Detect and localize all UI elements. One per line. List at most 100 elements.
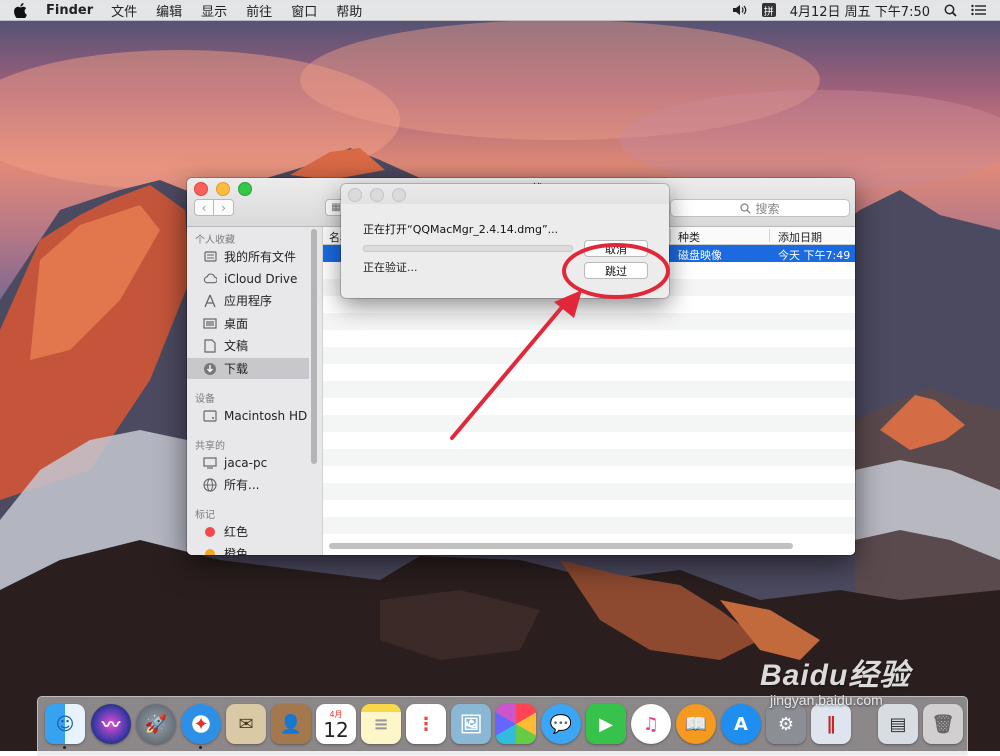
sidebar-item-downloads[interactable]: 下载 [187, 358, 309, 379]
sidebar-item-jaca-pc[interactable]: jaca-pc [187, 452, 309, 473]
sidebar-item-label: iCloud Drive [224, 271, 298, 286]
cancel-button[interactable]: 取消 [584, 240, 648, 257]
sidebar-item-documents[interactable]: 文稿 [187, 335, 309, 356]
menu-view[interactable]: 显示 [201, 1, 227, 20]
menu-go[interactable]: 前往 [246, 1, 272, 20]
sidebar-item-label: 红色 [224, 525, 249, 539]
dialog-message: 正在打开“QQMacMgr_2.4.14.dmg”... [363, 223, 559, 236]
dialog-close-button[interactable] [348, 188, 362, 202]
table-row [323, 330, 855, 347]
mail-icon[interactable]: ✉ [226, 704, 266, 744]
trash-icon[interactable]: 🗑 [923, 704, 963, 744]
sidebar-item-label: jaca-pc [224, 455, 268, 470]
finder-sidebar: 个人收藏 我的所有文件 iCloud Drive 应用程序 桌面 文稿 下载 设… [187, 227, 322, 555]
applications-icon [203, 294, 217, 308]
window-controls [194, 182, 260, 196]
sidebar-item-label: 下载 [224, 362, 249, 376]
system-preferences-icon[interactable]: ⚙ [766, 704, 806, 744]
volume-icon[interactable] [732, 4, 748, 16]
sidebar-heading-favorites: 个人收藏 [195, 235, 235, 246]
tag-dot-red-icon [203, 525, 217, 539]
apple-menu-icon[interactable] [14, 2, 30, 18]
sidebar-item-label: Macintosh HD [224, 408, 308, 423]
sidebar-item-tag-orange[interactable]: 橙色 [187, 543, 309, 555]
column-divider [769, 229, 770, 242]
launchpad-icon[interactable]: 🚀 [136, 704, 176, 744]
messages-icon[interactable]: 💬 [541, 704, 581, 744]
sidebar-item-all-my-files[interactable]: 我的所有文件 [187, 246, 309, 267]
sidebar-item-applications[interactable]: 应用程序 [187, 290, 309, 311]
forward-button[interactable]: › [214, 199, 234, 216]
downloads-stack-icon[interactable]: ▤ [878, 704, 918, 744]
desktop-icon [203, 317, 217, 331]
sidebar-item-icloud-drive[interactable]: iCloud Drive [187, 268, 309, 289]
menu-app-finder[interactable]: Finder [46, 3, 93, 18]
contacts-icon[interactable]: 👤 [271, 704, 311, 744]
parallels-icon[interactable]: ∥ [811, 704, 851, 744]
watermark-site: jingyan.baidu.com [770, 692, 883, 708]
table-row [323, 296, 855, 313]
sidebar-item-tag-red[interactable]: 红色 [187, 521, 309, 542]
watermark-brand: Baidu经验 [760, 659, 911, 692]
sidebar-item-label: 所有... [224, 478, 260, 492]
search-field[interactable]: 搜索 [670, 199, 850, 217]
row-date-added: 今天 下午7:49 [778, 249, 851, 262]
table-row [323, 415, 855, 432]
app-store-icon[interactable]: A [721, 704, 761, 744]
table-row [323, 517, 855, 534]
finder-icon[interactable]: ☺ [45, 704, 85, 744]
calendar-icon[interactable]: 4月 12 [316, 704, 356, 744]
table-row [323, 432, 855, 449]
siri-icon[interactable]: 〰 [91, 704, 131, 744]
notification-center-icon[interactable] [971, 4, 986, 16]
sidebar-item-macintosh-hd[interactable]: Macintosh HD [187, 405, 309, 426]
dialog-minimize-button[interactable] [370, 188, 384, 202]
tag-dot-orange-icon [203, 547, 217, 555]
sidebar-item-all-shared[interactable]: 所有... [187, 474, 309, 495]
sidebar-item-label: 应用程序 [224, 294, 273, 308]
opening-progress-dialog: 正在打开“QQMacMgr_2.4.14.dmg”... 取消 正在验证... … [341, 184, 669, 298]
menu-help[interactable]: 帮助 [336, 1, 362, 20]
network-globe-icon [203, 477, 217, 492]
skip-button[interactable]: 跳过 [584, 262, 648, 279]
documents-icon [203, 338, 217, 353]
menu-clock[interactable]: 4月12日 周五 下午7:50 [790, 1, 930, 20]
photos-icon[interactable] [496, 704, 536, 744]
ibooks-icon[interactable]: 📖 [676, 704, 716, 744]
search-icon [740, 202, 752, 214]
itunes-icon[interactable]: ♫ [631, 704, 671, 744]
menu-file[interactable]: 文件 [111, 1, 137, 20]
spotlight-icon[interactable] [944, 4, 957, 17]
notes-icon[interactable]: ≡ [361, 704, 401, 744]
close-button[interactable] [194, 182, 208, 196]
sidebar-heading-tags: 标记 [195, 510, 215, 521]
sidebar-item-label: 桌面 [224, 317, 249, 331]
back-button[interactable]: ‹ [194, 199, 214, 216]
menu-edit[interactable]: 编辑 [156, 1, 182, 20]
table-row [323, 398, 855, 415]
column-divider [670, 229, 671, 242]
sidebar-scrollbar[interactable] [311, 229, 317, 464]
calendar-day: 12 [323, 717, 349, 742]
horizontal-scrollbar[interactable] [329, 543, 793, 549]
chevron-left-icon: ‹ [201, 200, 207, 215]
facetime-icon[interactable]: ▶ [586, 704, 626, 744]
progress-bar [363, 245, 573, 252]
menu-bar: Finder 文件 编辑 显示 前往 窗口 帮助 拼 4月12日 周五 下午7:… [0, 0, 1000, 21]
sidebar-item-desktop[interactable]: 桌面 [187, 313, 309, 334]
all-files-icon [203, 250, 217, 264]
minimize-button[interactable] [216, 182, 230, 196]
reminders-icon[interactable]: ⋮ [406, 704, 446, 744]
dialog-zoom-button[interactable] [392, 188, 406, 202]
table-row [323, 364, 855, 381]
preview-icon[interactable]: 🖼 [451, 704, 491, 744]
menu-window[interactable]: 窗口 [291, 1, 317, 20]
downloads-icon [203, 362, 217, 376]
input-method-icon[interactable]: 拼 [761, 3, 776, 18]
grid-icon: ▦ [331, 202, 341, 213]
column-header-date-added[interactable]: 添加日期 [778, 229, 822, 245]
zoom-button[interactable] [238, 182, 252, 196]
column-header-kind[interactable]: 种类 [678, 229, 700, 245]
safari-icon[interactable]: ✦ [181, 704, 221, 744]
running-indicator [199, 746, 202, 749]
